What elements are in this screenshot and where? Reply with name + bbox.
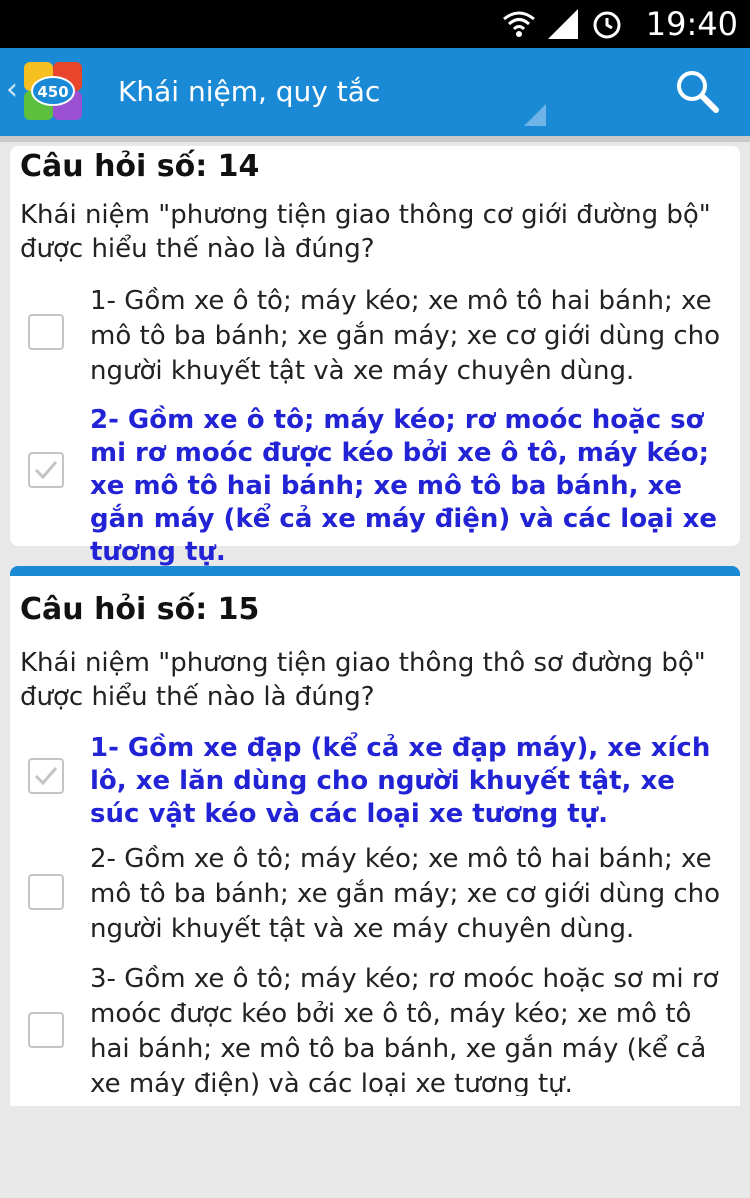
answer-option[interactable]: 2- Gồm xe ô tô; máy kéo; xe mô tô hai bá… [90, 842, 730, 947]
answer-option-correct[interactable]: 1- Gồm xe đạp (kể cả xe đạp máy), xe xíc… [90, 732, 730, 831]
page-title[interactable]: Khái niệm, quy tắc [118, 72, 380, 112]
back-chevron-icon[interactable]: ‹ [6, 72, 18, 108]
dropdown-triangle-icon[interactable] [524, 104, 546, 126]
question-text: Khái niệm "phương tiện giao thông cơ giớ… [20, 200, 711, 264]
action-bar-shadow [0, 136, 750, 142]
question-text: Khái niệm "phương tiện giao thông thô sơ… [20, 648, 706, 712]
clock: 19:40 [645, 5, 738, 43]
action-bar: ‹ 450 Khái niệm, quy tắc [0, 48, 750, 136]
answer-option[interactable]: 3- Gồm xe ô tô; máy kéo; rơ moóc hoặc sơ… [90, 962, 730, 1096]
question-card: Câu hỏi số: 15 Khái niệm "phương tiện gi… [10, 566, 740, 1106]
app-logo-text: 450 [37, 83, 68, 101]
question-card: Câu hỏi số: 14 Khái niệm "phương tiện gi… [10, 146, 740, 567]
check-icon [34, 767, 58, 786]
check-icon [34, 461, 58, 480]
app-logo-icon: 450 [24, 62, 82, 120]
question-title: Câu hỏi số: 15 [20, 592, 260, 627]
answer-checkbox-checked[interactable] [28, 452, 64, 488]
answer-checkbox[interactable] [28, 314, 64, 350]
question-title: Câu hỏi số: 14 [20, 149, 260, 184]
status-bar: 19:40 [0, 0, 750, 48]
search-icon[interactable] [674, 68, 720, 114]
signal-icon [548, 9, 578, 39]
answer-checkbox[interactable] [28, 874, 64, 910]
answer-option[interactable]: 1- Gồm xe ô tô; máy kéo; xe mô tô hai bá… [90, 284, 730, 389]
answer-option-correct[interactable]: 2- Gồm xe ô tô; máy kéo; rơ moóc hoặc sơ… [90, 404, 730, 569]
answer-checkbox-checked[interactable] [28, 758, 64, 794]
answer-checkbox[interactable] [28, 1012, 64, 1048]
wifi-icon [503, 11, 535, 37]
status-icons [502, 6, 624, 42]
alarm-icon [593, 11, 621, 39]
app-logo[interactable]: 450 [24, 62, 82, 120]
